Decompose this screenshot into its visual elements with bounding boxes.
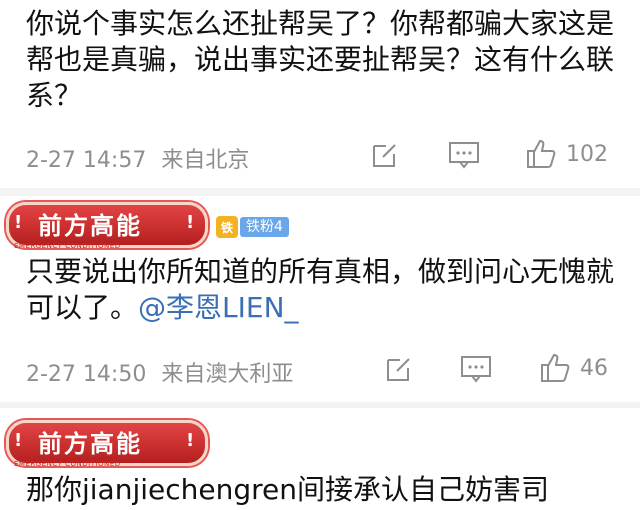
badge-subtext: EMERGENCY CONDITIONED bbox=[14, 242, 121, 250]
comment-date: 2-27 14:57 bbox=[26, 148, 147, 173]
badge-bang-right: ! bbox=[186, 212, 195, 233]
fan-badge-icon: 铁 bbox=[216, 216, 238, 238]
fan-badge[interactable]: 铁 铁粉4 bbox=[216, 216, 289, 238]
comment-text: 那你jianjiechengren间接承认自己妨害司 bbox=[26, 473, 550, 506]
badge-bang-left: ! bbox=[14, 430, 23, 451]
edit-icon bbox=[387, 358, 410, 381]
comment-text: 只要说出你所知道的所有真相，做到问心无愧就可以了。@李恩LIEN_ bbox=[26, 255, 615, 324]
comment-text: 你说个事实怎么还扯帮吴了？你帮都骗大家这是帮也是真骗，说出事实还要扯帮吴？这有什… bbox=[26, 7, 615, 112]
comment-meta: 2-27 14:50 来自澳大利亚 bbox=[26, 356, 301, 388]
like-button[interactable]: 102 bbox=[526, 138, 608, 170]
like-count: 46 bbox=[580, 355, 608, 381]
comment-icon bbox=[449, 142, 479, 169]
mention-link[interactable]: @李恩LIEN_ bbox=[138, 291, 299, 324]
emergency-badge: ! 前方高能 ! EMERGENCY CONDITIONED bbox=[0, 198, 210, 250]
like-count: 102 bbox=[566, 141, 608, 167]
edit-button[interactable] bbox=[370, 140, 400, 170]
badge-label: 前方高能 bbox=[38, 212, 142, 240]
edit-button[interactable] bbox=[384, 354, 414, 384]
fan-badge-label: 铁粉4 bbox=[240, 217, 289, 237]
edit-icon bbox=[373, 144, 396, 167]
comment-meta: 2-27 14:57 来自北京 bbox=[26, 142, 257, 174]
thumbs-up-icon bbox=[527, 139, 556, 168]
badge-bang-right: ! bbox=[186, 430, 195, 451]
comment-button[interactable] bbox=[448, 141, 480, 169]
badge-bang-left: ! bbox=[14, 212, 23, 233]
thumbs-up-icon bbox=[541, 353, 570, 382]
comment-icon bbox=[461, 356, 491, 383]
comment-date: 2-27 14:50 bbox=[26, 362, 147, 387]
comment-card-2: ! 前方高能 ! EMERGENCY CONDITIONED 铁 铁粉4 只要说… bbox=[0, 196, 640, 402]
comment-location: 来自澳大利亚 bbox=[161, 362, 294, 387]
badge-label: 前方高能 bbox=[38, 430, 142, 458]
comment-card-1: 你说个事实怎么还扯帮吴了？你帮都骗大家这是帮也是真骗，说出事实还要扯帮吴？这有什… bbox=[0, 0, 640, 188]
comment-card-3: ! 前方高能 ! EMERGENCY CONDITIONED 那你jianjie… bbox=[0, 408, 640, 510]
comment-button[interactable] bbox=[460, 355, 492, 383]
badge-subtext: EMERGENCY CONDITIONED bbox=[14, 460, 121, 468]
comment-location: 来自北京 bbox=[161, 148, 250, 173]
emergency-badge: ! 前方高能 ! EMERGENCY CONDITIONED bbox=[0, 416, 210, 468]
like-button[interactable]: 46 bbox=[540, 352, 608, 384]
